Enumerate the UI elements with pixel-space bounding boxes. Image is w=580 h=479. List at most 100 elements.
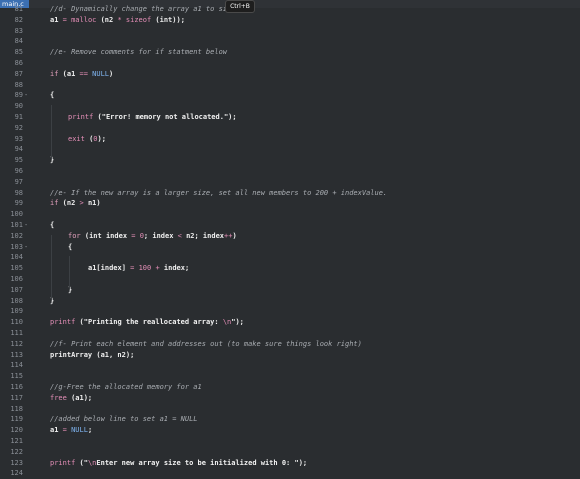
code-token: ); <box>97 134 106 143</box>
line-number: 86 <box>14 59 23 67</box>
line-number: 114 <box>10 361 23 370</box>
line-number: 98 <box>14 188 23 197</box>
code-line[interactable]: 102 for (int index = 0; index < n2; index… <box>0 231 580 242</box>
fold-toggle-icon[interactable]: - <box>24 220 28 231</box>
code-token: a1[index] <box>88 264 131 273</box>
code-line[interactable]: 84 <box>0 36 580 47</box>
code-token: //f- Print each element and addresses ou… <box>50 339 362 348</box>
code-token: { <box>50 91 55 100</box>
code-token: { <box>50 221 55 229</box>
code-line[interactable]: 111 <box>0 328 580 339</box>
line-number: 94 <box>14 145 23 154</box>
code-line[interactable]: 115 <box>0 371 580 382</box>
code-line[interactable]: 121 <box>0 436 580 447</box>
code-text: printf ("\nEnter new array size to be in… <box>50 458 307 469</box>
code-token: ); <box>228 113 237 121</box>
code-line[interactable]: 94 <box>0 144 580 155</box>
line-number: 112 <box>10 339 23 348</box>
code-line[interactable]: 116 //g-Free the allocated memory for a1 <box>0 382 580 393</box>
code-line[interactable]: 120 a1 = NULL; <box>0 425 580 436</box>
code-token: Enter new array size to be initialized w… <box>96 458 299 467</box>
line-number: 109 <box>10 307 23 316</box>
code-line[interactable]: 110 printf ("Printing the reallocated arr… <box>0 317 580 328</box>
code-text: a1 = NULL; <box>50 425 92 436</box>
code-line[interactable]: 89- { <box>0 90 580 101</box>
code-token: //g-Free the allocated memory for a1 <box>50 383 202 391</box>
code-line[interactable]: 112 //f- Print each element and addresses… <box>0 339 580 350</box>
code-token: //added below line to set a1 = NULL <box>50 415 198 424</box>
code-line[interactable]: 85 //e- Remove comments for if statment b… <box>0 47 580 58</box>
code-line[interactable]: 83 <box>0 26 580 37</box>
code-token: 100 <box>134 264 156 273</box>
shortcut-tooltip: Ctrl+B <box>225 0 255 13</box>
code-line[interactable]: 92 <box>0 123 580 134</box>
code-line[interactable]: 107} <box>0 285 580 296</box>
code-line[interactable]: 91 printf ("Error! memory not allocated."… <box>0 112 580 123</box>
code-token: a1 <box>50 426 63 435</box>
code-line[interactable]: 103- { <box>0 242 580 253</box>
line-number: 97 <box>14 177 23 186</box>
code-line[interactable]: 86 <box>0 58 580 69</box>
code-text: exit (0); <box>68 134 106 145</box>
code-text: { <box>68 242 72 253</box>
code-line[interactable]: 106 <box>0 274 580 285</box>
line-number: 116 <box>10 383 23 391</box>
fold-toggle-icon[interactable]: - <box>24 242 28 253</box>
code-token: index; <box>159 264 190 273</box>
code-line[interactable]: 88 <box>0 80 580 91</box>
code-token: (a1); <box>71 393 93 402</box>
code-line[interactable]: 101- { <box>0 220 580 231</box>
code-line[interactable]: 95} <box>0 155 580 166</box>
code-line[interactable]: 104 <box>0 252 580 263</box>
line-number: 85 <box>14 48 23 57</box>
code-line[interactable]: 119 //added below line to set a1 = NULL <box>0 414 580 425</box>
code-line[interactable]: 118 <box>0 404 580 415</box>
line-number: 117 <box>10 393 23 402</box>
line-number: 111 <box>10 329 23 337</box>
line-number: 93 <box>14 134 23 143</box>
line-number: 102 <box>10 231 23 240</box>
code-text: free (a1); <box>50 393 92 404</box>
line-number: 81 <box>14 5 23 13</box>
code-line[interactable]: 96 <box>0 166 580 177</box>
code-text: //e- If the new array is a larger size, … <box>50 188 387 199</box>
code-line[interactable]: 93 exit (0); <box>0 134 580 145</box>
code-line[interactable]: 105 a1[index] = 100 + index; <box>0 263 580 274</box>
code-line[interactable]: 114 <box>0 360 580 371</box>
code-line[interactable]: 124 <box>0 468 580 479</box>
code-line[interactable]: 82 a1 = malloc (n2 * sizeof (int)); <box>0 15 580 26</box>
code-text: //e- Remove comments for if statment bel… <box>50 47 227 58</box>
code-line[interactable]: 117 free (a1); <box>0 393 580 404</box>
code-line[interactable]: 81 //d- Dynamically change the array a1 t… <box>0 4 580 15</box>
code-line[interactable]: 113 printArray (a1, n2); <box>0 350 580 361</box>
code-line[interactable]: 98 //e- If the new array is a larger size… <box>0 188 580 199</box>
code-text: printf ("Error! memory not allocated."); <box>68 112 237 123</box>
code-line[interactable]: 90 <box>0 101 580 112</box>
code-text: a1 = malloc (n2 * sizeof (int)); <box>50 15 185 26</box>
code-token: //d- Dynamically change the array a1 to … <box>50 5 249 13</box>
code-token: { <box>68 242 73 251</box>
code-line[interactable]: 99 if (n2 > n1) <box>0 198 580 209</box>
line-number: 90 <box>14 102 23 111</box>
code-token: ( <box>80 231 90 240</box>
code-line[interactable]: 122 <box>0 447 580 458</box>
code-token: ; <box>87 426 93 435</box>
fold-toggle-icon[interactable]: - <box>24 90 28 101</box>
code-line[interactable]: 109 <box>0 306 580 317</box>
code-token: (n2 <box>100 15 118 24</box>
line-number: 105 <box>10 264 23 273</box>
line-number: 95 <box>14 156 23 165</box>
code-line[interactable]: 97 <box>0 177 580 188</box>
code-token: printf <box>50 318 80 327</box>
code-line[interactable]: 100 <box>0 209 580 220</box>
code-line[interactable]: 123 printf ("\nEnter new array size to be… <box>0 458 580 469</box>
code-token: for <box>68 231 81 240</box>
line-number: 104 <box>10 253 23 262</box>
code-token: n1) <box>83 199 101 208</box>
line-number: 106 <box>10 275 23 283</box>
line-number: 84 <box>14 37 23 46</box>
code-line[interactable]: 87 if (a1 == NULL) <box>0 69 580 80</box>
code-token: malloc <box>66 15 101 24</box>
code-token: int <box>89 231 102 240</box>
code-line[interactable]: 108} <box>0 296 580 307</box>
